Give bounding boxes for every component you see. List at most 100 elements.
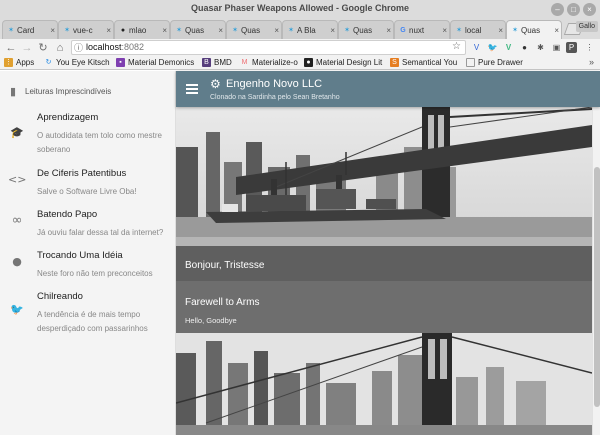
forward-icon[interactable]: → [20, 40, 34, 56]
address-bar[interactable]: ⓘ localhost:8082 ☆ [71, 40, 466, 55]
school-icon: 🎓 [10, 126, 24, 139]
tab-label: Quas [521, 25, 541, 35]
browser-tab-active[interactable]: ✶ Quas × [506, 20, 562, 39]
drawer-item-batendo-papo[interactable]: ∞ Batendo Papo Já ouviu falar dessa tal … [0, 209, 176, 251]
record-voice-icon: ● [12, 255, 22, 268]
close-tab-icon[interactable]: × [274, 26, 279, 35]
browser-tab[interactable]: ● mlao × [114, 20, 170, 39]
browser-tab[interactable]: G nuxt × [394, 20, 450, 39]
github-extension-icon[interactable]: ● [519, 42, 530, 53]
bookmark-star-icon[interactable]: ☆ [452, 41, 461, 52]
drawer-item-de-ciferis[interactable]: <> De Ciferis Patentibus Salve o Softwar… [0, 168, 176, 210]
card-title: Bonjour, Tristesse [185, 260, 265, 271]
tab-label: vue-c [73, 25, 93, 35]
bootstrap-icon: B [202, 58, 211, 67]
bookmark-item[interactable]: B BMD [202, 58, 232, 67]
materialize-icon: M [241, 59, 248, 66]
app-subtitle: Clonado na Sardinha pelo Sean Bretanho [210, 94, 340, 101]
drawer-item-title: De Ciferis Patentibus [37, 168, 127, 179]
profile-button[interactable]: Gallo [575, 21, 598, 32]
page-content[interactable]: Bonjour, Tristesse Farewell to Arms Hell… [176, 107, 592, 435]
browser-tab[interactable]: ✶ Quas × [226, 20, 282, 39]
tab-label: mlao [129, 25, 147, 35]
browser-tab[interactable]: ✶ local × [450, 20, 506, 39]
extension-v-icon[interactable]: V [471, 42, 482, 53]
close-tab-icon[interactable]: × [106, 26, 111, 35]
left-drawer: ▮ Leituras Imprescindíveis 🎓 Aprendizage… [0, 71, 176, 435]
drawer-item-chilreando[interactable]: 🐦 Chilreando A tendência é de mais tempo… [0, 291, 176, 347]
drawer-item-aprendizagem[interactable]: 🎓 Aprendizagem O autodidata tem tolo com… [0, 112, 176, 154]
maximize-button[interactable]: □ [567, 3, 580, 16]
menu-icon[interactable] [186, 84, 198, 94]
close-tab-icon[interactable]: × [554, 26, 559, 35]
close-tab-icon[interactable]: × [442, 26, 447, 35]
close-tab-icon[interactable]: × [386, 26, 391, 35]
content-scrollbar[interactable] [592, 107, 600, 435]
app-root: ▮ Leituras Imprescindíveis 🎓 Aprendizage… [0, 71, 600, 435]
reload-icon[interactable]: ↻ [36, 40, 50, 56]
minimize-button[interactable]: – [551, 3, 564, 16]
tab-label: nuxt [409, 25, 425, 35]
bookmark-apps[interactable]: ⋮ Apps [4, 58, 34, 67]
drawer-item-subtitle: Neste foro não tem preconceitos [37, 269, 153, 278]
tab-label: local [465, 25, 482, 35]
browser-tab[interactable]: ✶ Quas × [338, 20, 394, 39]
drawer-item-title: Aprendizagem [37, 112, 99, 123]
bookmark-item[interactable]: ▪ Material Demonics [116, 58, 194, 67]
drawer-header: ▮ Leituras Imprescindíveis [0, 85, 176, 99]
scrollbar-thumb[interactable] [594, 167, 600, 407]
material-icon: ▪ [116, 58, 125, 67]
drawer-item-title: Trocando Uma Idéia [37, 250, 123, 261]
bookmarks-overflow-icon[interactable]: » [589, 57, 594, 67]
close-tab-icon[interactable]: × [218, 26, 223, 35]
close-tab-icon[interactable]: × [162, 26, 167, 35]
card-subtitle: Hello, Goodbye [185, 316, 237, 325]
browser-tab[interactable]: ✶ Quas × [170, 20, 226, 39]
tab-label: Card [17, 25, 35, 35]
quasar-icon: ✶ [288, 27, 294, 34]
bookmark-item[interactable]: M Materialize-o [240, 58, 298, 67]
url-text[interactable]: localhost:8082 [86, 42, 144, 52]
settings-extension-icon[interactable]: ✱ [535, 42, 546, 53]
browser-tab[interactable]: ✶ A Bla × [282, 20, 338, 39]
app-title: Engenho Novo LLC [226, 78, 323, 90]
browser-tab[interactable]: ✶ vue-c × [58, 20, 114, 39]
close-tab-icon[interactable]: × [330, 26, 335, 35]
app-header: ⚙ Engenho Novo LLC Clonado na Sardinha p… [176, 71, 600, 107]
bookmark-item[interactable]: ● Material Design Lit [304, 58, 382, 67]
card-caption: Farewell to Arms Hello, Goodbye [176, 281, 592, 333]
vue-devtools-icon[interactable]: V [503, 42, 514, 53]
bookmark-item[interactable]: ↻ You Eye Kitsch [44, 58, 110, 67]
card-title: Farewell to Arms [185, 297, 260, 308]
drawer-item-trocando-uma-ideia[interactable]: ● Trocando Uma Idéia Neste foro não tem … [0, 250, 176, 292]
info-icon[interactable]: ⓘ [74, 41, 83, 54]
twitter-extension-icon[interactable]: 🐦 [487, 42, 498, 53]
book-icon: ▮ [10, 86, 17, 98]
card-image [176, 333, 592, 435]
pocket-extension-icon[interactable]: P [566, 42, 577, 53]
google-icon: G [400, 26, 406, 34]
home-icon[interactable]: ⌂ [53, 40, 67, 56]
bookmark-item[interactable]: Pure Drawer [466, 58, 523, 67]
close-tab-icon[interactable]: × [50, 26, 55, 35]
browser-tab[interactable]: ✶ Card × [2, 20, 58, 39]
screen-extension-icon[interactable]: ▣ [551, 42, 562, 53]
drawer-item-title: Chilreando [37, 291, 83, 302]
browser-toolbar: ← → ↻ ⌂ ⓘ localhost:8082 ☆ V 🐦 V ● ✱ ▣ P… [0, 39, 600, 57]
close-window-button[interactable]: × [583, 3, 596, 16]
drawer-item-subtitle: Já ouviu falar dessa tal da internet? [37, 228, 164, 237]
tab-label: Quas [353, 25, 373, 35]
refresh-icon: ↻ [45, 59, 52, 66]
github-icon: ● [120, 26, 126, 34]
bookmarks-bar: ⋮ Apps ↻ You Eye Kitsch ▪ Material Demon… [0, 57, 600, 70]
drawer-item-subtitle: Salve o Software Livre Oba! [37, 187, 137, 196]
quasar-icon: ✶ [64, 27, 70, 34]
close-tab-icon[interactable]: × [498, 26, 503, 35]
code-icon: <> [8, 173, 27, 186]
bookmark-item[interactable]: S Semantical You [390, 58, 457, 67]
chrome-menu-icon[interactable]: ⋮ [584, 42, 595, 53]
back-icon[interactable]: ← [4, 40, 18, 56]
quasar-icon: ✶ [8, 27, 14, 34]
tab-label: Quas [185, 25, 205, 35]
quasar-icon: ✶ [344, 27, 350, 34]
